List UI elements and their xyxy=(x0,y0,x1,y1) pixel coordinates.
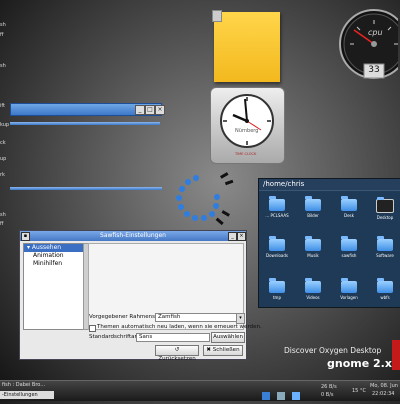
folder-item[interactable]: tmp xyxy=(263,278,291,300)
folder-path: /home/chris xyxy=(259,179,400,191)
folder-icon xyxy=(341,278,357,293)
folder-item[interactable]: wbfs xyxy=(371,278,399,300)
network-icon[interactable] xyxy=(262,392,270,400)
tree-item-minihilfen[interactable]: Minihilfen xyxy=(24,260,84,268)
folder-icon xyxy=(305,278,321,293)
close-button[interactable]: × xyxy=(237,232,246,241)
edge-text: rk xyxy=(0,172,5,178)
edge-text: up xyxy=(0,156,7,162)
separator-bar xyxy=(10,122,160,125)
settings-tree[interactable]: ▾ Aussehen Animation Minihilfen xyxy=(23,243,85,330)
close-button[interactable]: × xyxy=(155,105,165,115)
folder-icon xyxy=(269,236,285,251)
clock-city: Nürnberg xyxy=(235,128,259,134)
settings-dialog[interactable]: Sawfish-Einstellungen ▪ _ × ▾ Aussehen A… xyxy=(19,230,262,362)
choose-font-button[interactable]: Auswählen ... xyxy=(211,332,245,349)
tray-icons[interactable] xyxy=(262,385,304,400)
folder-item[interactable]: Downloads xyxy=(263,236,291,258)
folder-icon xyxy=(269,196,285,211)
folder-item[interactable]: Vorlagen xyxy=(335,278,363,300)
reset-button[interactable]: ↺ Zurücksetzen xyxy=(155,345,199,362)
minimized-window-bar[interactable]: _ □ × xyxy=(10,103,165,116)
loading-spinner-icon xyxy=(170,168,240,228)
edge-text: ck xyxy=(0,140,6,146)
folder-icon xyxy=(305,236,321,251)
folder-item[interactable]: Software xyxy=(371,236,399,258)
folder-label: Vorlagen xyxy=(340,295,358,300)
default-font-label: Standardschriftart: xyxy=(89,334,141,340)
default-font-field[interactable]: Sans xyxy=(136,333,210,342)
edge-text: sh xyxy=(0,212,6,218)
computer-icon[interactable] xyxy=(292,392,301,400)
temperature: 15 °C xyxy=(352,388,366,394)
chevron-down-icon[interactable]: ▾ xyxy=(236,313,245,324)
folder-item[interactable]: Desk xyxy=(335,196,363,218)
tree-item-animation[interactable]: Animation xyxy=(24,252,84,260)
maximize-button[interactable]: □ xyxy=(145,105,155,115)
folder-item[interactable]: Desktop xyxy=(371,197,399,220)
gauge-value: 33 xyxy=(368,65,380,75)
red-accent-block xyxy=(392,340,400,370)
folder-icon xyxy=(377,278,393,293)
themes-reload-checkbox[interactable] xyxy=(89,325,96,332)
dialog-title: Sawfish-Einstellungen xyxy=(100,232,166,239)
taskbar-task[interactable]: fish : Dabei Bro... xyxy=(0,381,72,390)
folder-item[interactable]: Musik xyxy=(299,236,327,258)
tree-item-aussehen[interactable]: ▾ Aussehen xyxy=(24,244,84,252)
folder-item[interactable]: Bilder xyxy=(299,196,327,218)
folder-label: wbfs xyxy=(380,295,390,300)
folder-icon xyxy=(377,236,393,251)
separator-bar xyxy=(10,187,162,190)
folder-item[interactable]: Videos xyxy=(299,278,327,300)
time: 22:02:34 xyxy=(372,391,395,397)
folder-icon xyxy=(341,196,357,211)
folder-icon xyxy=(269,278,285,293)
folder-icon xyxy=(305,196,321,211)
date: Mo, 08. Jun xyxy=(370,383,398,389)
frame-style-select[interactable]: Zamfish xyxy=(155,313,239,322)
folder-label: Videos xyxy=(306,295,320,300)
themes-reload-label: Themen automatisch neu laden, wenn sie e… xyxy=(97,324,262,330)
folder-label: Desk xyxy=(344,213,354,218)
edge-text: sh xyxy=(0,22,6,28)
frame-style-label: Vorgegebener Rahmenstil: xyxy=(89,314,163,320)
folder-item[interactable]: ... PCLSAAS xyxy=(263,196,291,218)
edge-text: ff xyxy=(0,32,4,38)
clock-brand: TIME CLOCK xyxy=(235,152,257,156)
folder-item[interactable]: sawfish xyxy=(335,236,363,258)
net-upload: 26 B/s xyxy=(321,384,337,390)
net-download: 0 B/s xyxy=(321,392,334,398)
edge-text: sh xyxy=(0,63,6,69)
folder-label: Bilder xyxy=(307,213,319,218)
minimize-button[interactable]: _ xyxy=(135,105,145,115)
dialog-titlebar[interactable]: Sawfish-Einstellungen ▪ _ × xyxy=(20,231,246,241)
folder-label: Musik xyxy=(307,253,319,258)
cpu-gauge: cpu 33 xyxy=(338,0,400,90)
minimize-button[interactable]: _ xyxy=(228,232,237,241)
monitor-icon[interactable] xyxy=(277,392,286,400)
gnome-logo-text: gnome 2.x xyxy=(327,357,392,370)
sticky-note[interactable] xyxy=(212,10,280,82)
close-dialog-button[interactable]: ✖ Schließen xyxy=(203,345,243,356)
edge-text: ff xyxy=(0,221,4,227)
taskbar-active-task[interactable]: -Einstellungen xyxy=(0,391,54,399)
pin-icon xyxy=(212,10,222,22)
folder-label: Desktop xyxy=(376,215,394,220)
folder-label: tmp xyxy=(272,295,281,300)
gauge-label: cpu xyxy=(368,28,383,37)
window-menu-icon[interactable]: ▪ xyxy=(21,232,30,241)
clock-widget: Nürnberg TIME CLOCK xyxy=(210,87,285,164)
folder-label: sawfish xyxy=(341,253,357,258)
folder-label: ... PCLSAAS xyxy=(265,213,289,218)
settings-icon xyxy=(376,197,394,213)
discover-text: Discover Oxygen Desktop xyxy=(284,346,382,355)
folder-icon xyxy=(341,236,357,251)
home-folder-panel[interactable]: /home/chris ... PCLSAAS Bilder Desk Desk… xyxy=(258,178,400,308)
folder-label: Downloads xyxy=(266,253,288,258)
folder-label: Software xyxy=(376,253,394,258)
